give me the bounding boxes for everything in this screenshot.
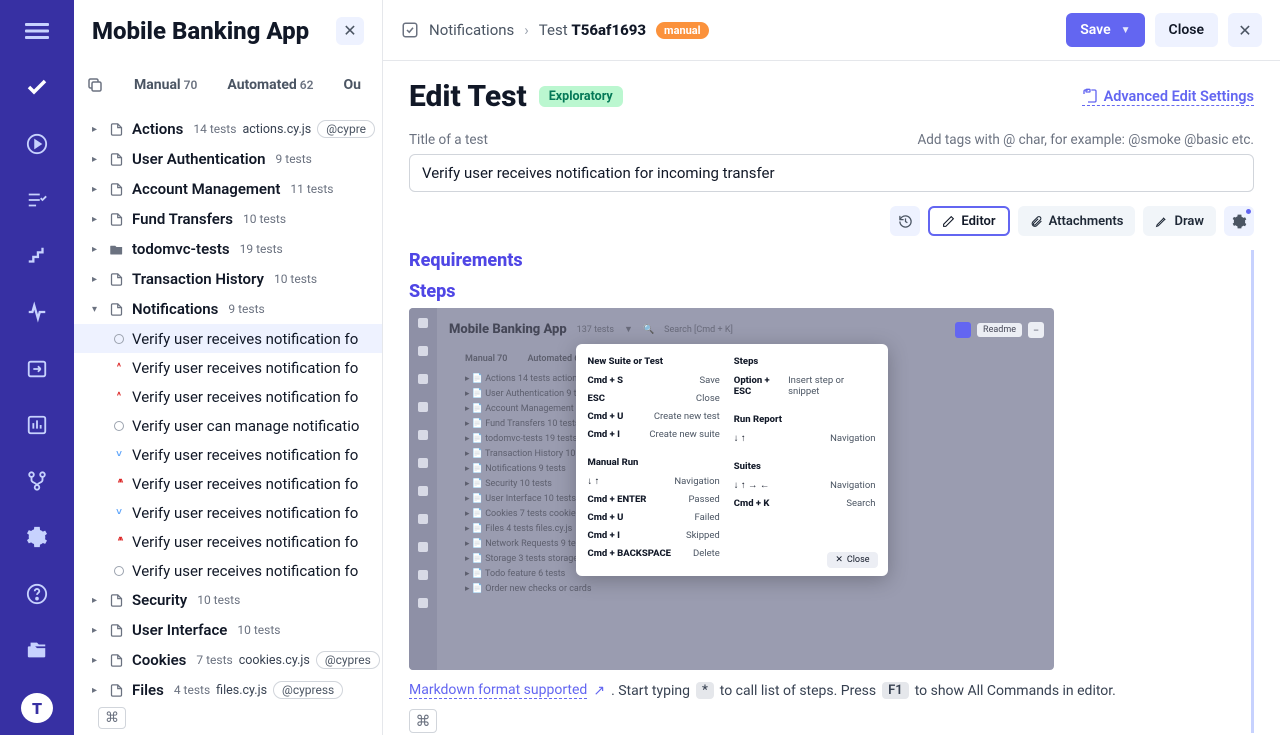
analytics-icon[interactable] (23, 412, 51, 438)
cmd-icon[interactable]: ⌘ (409, 709, 437, 733)
steps-icon[interactable] (23, 243, 51, 269)
tree-leaf[interactable]: ^^Verify user receives notification fo (74, 469, 382, 498)
tree-node[interactable]: ▸Actions14 testsactions.cy.js@cypre (74, 114, 382, 144)
tree-leaf[interactable]: ^Verify user receives notification fo (74, 382, 382, 411)
nav-rail: T (0, 0, 74, 735)
tab-out[interactable]: Ou (344, 77, 362, 93)
gear-icon[interactable] (23, 524, 51, 550)
close-x-button[interactable]: ✕ (1228, 13, 1262, 47)
tree-node[interactable]: ▸Fund Transfers10 tests (74, 204, 382, 234)
close-button[interactable]: Close (1155, 13, 1218, 47)
editor-button[interactable]: Editor (928, 206, 1009, 236)
check-icon[interactable] (23, 74, 51, 100)
draw-button[interactable]: Draw (1143, 206, 1216, 236)
steps-heading: Steps (409, 281, 1243, 302)
save-button[interactable]: Save▼ (1066, 13, 1144, 47)
tree-node[interactable]: ▸todomvc-tests19 tests (74, 234, 382, 264)
test-title-input[interactable] (409, 154, 1254, 192)
branch-icon[interactable] (23, 468, 51, 494)
tree-node[interactable]: ▾Notifications9 tests (74, 294, 382, 324)
suite-tree: ▸Actions14 testsactions.cy.js@cypre▸User… (74, 108, 382, 735)
tree-node[interactable]: ▸User Interface10 tests (74, 615, 382, 645)
requirements-heading: Requirements (409, 250, 1243, 271)
tab-automated[interactable]: Automated62 (227, 77, 313, 93)
pulse-icon[interactable] (23, 299, 51, 325)
editor-toolbar: Editor Attachments Draw (409, 206, 1254, 236)
copy-icon[interactable] (86, 76, 104, 94)
tab-manual[interactable]: Manual70 (134, 77, 197, 93)
history-icon[interactable] (890, 206, 920, 236)
external-icon: ↗ (593, 683, 605, 699)
main-panel: Notifications › Test T56af1693 manual Sa… (383, 0, 1280, 735)
suite-tabs: Manual70 Automated62 Ou (74, 62, 382, 108)
check-square-icon (401, 21, 419, 39)
page-title: Edit Test (409, 79, 527, 114)
tree-node[interactable]: ▸Transaction History10 tests (74, 264, 382, 294)
tree-leaf[interactable]: Verify user receives notification fo (74, 324, 382, 353)
tree-node[interactable]: ▸Account Management11 tests (74, 174, 382, 204)
tree-leaf[interactable]: Verify user receives notification fo (74, 556, 382, 585)
shortcuts-modal: New Suite or Test Cmd + SSaveESCCloseCmd… (576, 344, 888, 576)
editor-footer: Markdown format supported ↗ . Start typi… (409, 682, 1243, 699)
suite-panel: Mobile Banking App ✕ Manual70 Automated6… (74, 0, 383, 735)
play-icon[interactable] (23, 131, 51, 157)
tree-leaf[interactable]: ˅Verify user receives notification fo (74, 498, 382, 527)
breadcrumb: Notifications › Test T56af1693 manual (401, 21, 709, 39)
close-panel-button[interactable]: ✕ (336, 17, 364, 45)
topbar: Notifications › Test T56af1693 manual Sa… (383, 0, 1280, 61)
checklist-icon[interactable] (23, 187, 51, 213)
title-label: Title of a test (409, 132, 488, 148)
crumb-suite[interactable]: Notifications (429, 21, 514, 39)
tree-leaf[interactable]: ˅Verify user receives notification fo (74, 440, 382, 469)
import-icon[interactable] (23, 356, 51, 382)
tree-node[interactable]: ▸Security10 tests (74, 585, 382, 615)
tags-hint: Add tags with @ char, for example: @smok… (917, 132, 1254, 148)
advanced-settings-link[interactable]: Advanced Edit Settings (1082, 88, 1254, 106)
chevron-down-icon: ▼ (1121, 25, 1131, 36)
help-icon[interactable] (23, 581, 51, 607)
tree-node[interactable]: ▸Files4 testsfiles.cy.js@cypress (74, 675, 382, 705)
editor-body: Requirements Steps Mobile Banking App 13… (409, 250, 1254, 733)
attachments-button[interactable]: Attachments (1018, 206, 1136, 236)
tree-leaf[interactable]: Verify user can manage notificatio (74, 411, 382, 440)
settings-icon[interactable] (1224, 206, 1254, 236)
menu-icon[interactable] (23, 18, 51, 44)
mini-add-button (955, 322, 971, 338)
embedded-screenshot: Mobile Banking App 137 tests ▼ 🔍 Search … (409, 308, 1054, 670)
markdown-link[interactable]: Markdown format supported (409, 682, 587, 699)
modal-close-button[interactable]: ✕ Close (827, 552, 877, 568)
app-logo[interactable]: T (21, 693, 53, 723)
tree-leaf[interactable]: ^Verify user receives notification fo (74, 353, 382, 382)
shortcuts-button[interactable]: ⌘ (98, 707, 126, 729)
tree-leaf[interactable]: ^^Verify user receives notification fo (74, 527, 382, 556)
exploratory-pill: Exploratory (539, 86, 623, 107)
manual-tag: manual (656, 22, 709, 39)
tree-node[interactable]: ▸Cookies7 testscookies.cy.js@cypres (74, 645, 382, 675)
project-title: Mobile Banking App (92, 17, 336, 45)
crumb-test-id: T56af1693 (571, 21, 646, 39)
tree-node[interactable]: ▸User Authentication9 tests (74, 144, 382, 174)
folders-icon[interactable] (23, 637, 51, 663)
